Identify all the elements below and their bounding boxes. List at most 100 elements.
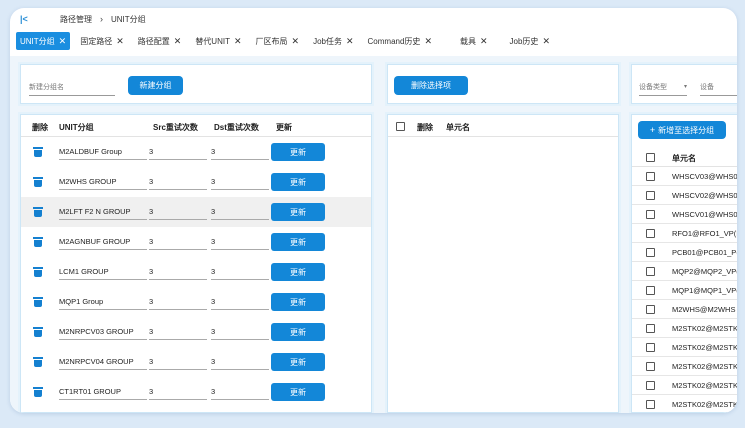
list-item[interactable]: M2STK02@M2STK <box>632 319 737 338</box>
trash-icon[interactable] <box>33 207 43 217</box>
tab-carrier[interactable]: 载具 ✕ <box>456 32 492 50</box>
trash-icon[interactable] <box>33 297 43 307</box>
row-checkbox[interactable] <box>646 248 655 257</box>
row-checkbox[interactable] <box>646 172 655 181</box>
close-icon[interactable]: ✕ <box>292 36 300 47</box>
update-button[interactable]: 更新 <box>271 173 325 191</box>
update-button[interactable]: 更新 <box>271 293 325 311</box>
row-checkbox[interactable] <box>646 305 655 314</box>
update-button[interactable]: 更新 <box>271 233 325 251</box>
list-item[interactable]: M2STK02@M2STK <box>632 376 737 395</box>
list-item[interactable]: WHSCV03@WHS0 <box>632 167 737 186</box>
row-checkbox[interactable] <box>646 267 655 276</box>
close-icon[interactable]: ✕ <box>480 36 488 47</box>
tab-command-history[interactable]: Command历史 ✕ <box>364 32 436 50</box>
group-name-field[interactable]: CT1RT01 GROUP <box>59 387 147 400</box>
dst-retry-field[interactable]: 3 <box>211 327 269 340</box>
row-checkbox[interactable] <box>646 343 655 352</box>
unit-name: WHSCV02@WHS0 <box>672 191 737 200</box>
close-icon[interactable]: ✕ <box>59 36 67 47</box>
list-item[interactable]: PCB01@PCB01_P( <box>632 243 737 262</box>
dst-retry-field[interactable]: 3 <box>211 147 269 160</box>
tab-factory-layout[interactable]: 厂区布局 ✕ <box>252 32 304 50</box>
tab-job-task[interactable]: Job任务 ✕ <box>309 32 357 50</box>
update-button[interactable]: 更新 <box>271 143 325 161</box>
close-icon[interactable]: ✕ <box>542 36 550 47</box>
list-item[interactable]: RFO1@RFO1_VP(I <box>632 224 737 243</box>
update-button[interactable]: 更新 <box>271 203 325 221</box>
dst-retry-field[interactable]: 3 <box>211 207 269 220</box>
src-retry-field[interactable]: 3 <box>149 327 207 340</box>
trash-icon[interactable] <box>33 147 43 157</box>
row-checkbox[interactable] <box>646 362 655 371</box>
close-icon[interactable]: ✕ <box>346 36 354 47</box>
device-select[interactable]: 设备 <box>700 82 737 96</box>
tab-fixed-path[interactable]: 固定路径 ✕ <box>76 32 128 50</box>
update-button[interactable]: 更新 <box>271 383 325 401</box>
trash-icon[interactable] <box>33 237 43 247</box>
select-all-checkbox[interactable] <box>646 153 655 162</box>
update-button[interactable]: 更新 <box>271 263 325 281</box>
row-checkbox[interactable] <box>646 324 655 333</box>
new-group-name-input[interactable]: 新建分组名 <box>29 82 115 96</box>
update-button[interactable]: 更新 <box>271 353 325 371</box>
dst-retry-field[interactable]: 3 <box>211 297 269 310</box>
row-checkbox[interactable] <box>646 210 655 219</box>
list-item[interactable]: M2STK02@M2STK <box>632 395 737 413</box>
src-retry-field[interactable]: 3 <box>149 297 207 310</box>
list-item[interactable]: MQP1@MQP1_VP( <box>632 281 737 300</box>
device-type-select[interactable]: 设备类型 ▾ <box>639 82 687 96</box>
src-retry-field[interactable]: 3 <box>149 357 207 370</box>
src-retry-field[interactable]: 3 <box>149 207 207 220</box>
create-group-button[interactable]: 新建分组 <box>128 76 183 95</box>
list-item[interactable]: M2STK02@M2STK <box>632 357 737 376</box>
update-button[interactable]: 更新 <box>271 323 325 341</box>
row-checkbox[interactable] <box>646 381 655 390</box>
close-icon[interactable]: ✕ <box>174 36 182 47</box>
tab-unit-group[interactable]: UNIT分组 ✕ <box>16 32 71 50</box>
trash-icon[interactable] <box>33 357 43 367</box>
dst-retry-field[interactable]: 3 <box>211 267 269 280</box>
breadcrumb-root[interactable]: 路径管理 <box>60 14 92 25</box>
collapse-sidebar-icon[interactable]: |< <box>20 14 36 24</box>
dst-retry-field[interactable]: 3 <box>211 177 269 190</box>
close-icon[interactable]: ✕ <box>234 36 242 47</box>
row-checkbox[interactable] <box>646 286 655 295</box>
list-item[interactable]: WHSCV01@WHS0 <box>632 205 737 224</box>
tab-alt-unit[interactable]: 替代UNIT ✕ <box>191 32 245 50</box>
tab-path-config[interactable]: 路径配置 ✕ <box>134 32 186 50</box>
group-name-field[interactable]: LCM1 GROUP <box>59 267 147 280</box>
group-name-field[interactable]: M2ALDBUF Group <box>59 147 147 160</box>
group-name-field[interactable]: M2AGNBUF GROUP <box>59 237 147 250</box>
dst-retry-field[interactable]: 3 <box>211 357 269 370</box>
select-all-checkbox[interactable] <box>396 122 405 131</box>
dst-retry-field[interactable]: 3 <box>211 237 269 250</box>
row-checkbox[interactable] <box>646 229 655 238</box>
src-retry-field[interactable]: 3 <box>149 177 207 190</box>
delete-selected-button[interactable]: 删除选择项 <box>394 76 468 95</box>
src-retry-field[interactable]: 3 <box>149 387 207 400</box>
trash-icon[interactable] <box>33 387 43 397</box>
row-checkbox[interactable] <box>646 400 655 409</box>
list-item[interactable]: M2WHS@M2WHS <box>632 300 737 319</box>
close-icon[interactable]: ✕ <box>116 36 124 47</box>
src-retry-field[interactable]: 3 <box>149 147 207 160</box>
group-name-field[interactable]: M2NRPCV04 GROUP <box>59 357 147 370</box>
row-checkbox[interactable] <box>646 191 655 200</box>
trash-icon[interactable] <box>33 267 43 277</box>
src-retry-field[interactable]: 3 <box>149 237 207 250</box>
tab-job-history[interactable]: Job历史 ✕ <box>506 32 554 50</box>
dst-retry-field[interactable]: 3 <box>211 387 269 400</box>
add-to-group-button[interactable]: + 新增至选择分组 <box>638 121 726 139</box>
list-item[interactable]: M2STK02@M2STK <box>632 338 737 357</box>
group-name-field[interactable]: MQP1 Group <box>59 297 147 310</box>
trash-icon[interactable] <box>33 177 43 187</box>
trash-icon[interactable] <box>33 327 43 337</box>
close-icon[interactable]: ✕ <box>424 36 432 47</box>
src-retry-field[interactable]: 3 <box>149 267 207 280</box>
group-name-field[interactable]: M2NRPCV03 GROUP <box>59 327 147 340</box>
list-item[interactable]: WHSCV02@WHS0 <box>632 186 737 205</box>
list-item[interactable]: MQP2@MQP2_VP( <box>632 262 737 281</box>
group-name-field[interactable]: M2LFT F2 N GROUP <box>59 207 147 220</box>
group-name-field[interactable]: M2WHS GROUP <box>59 177 147 190</box>
